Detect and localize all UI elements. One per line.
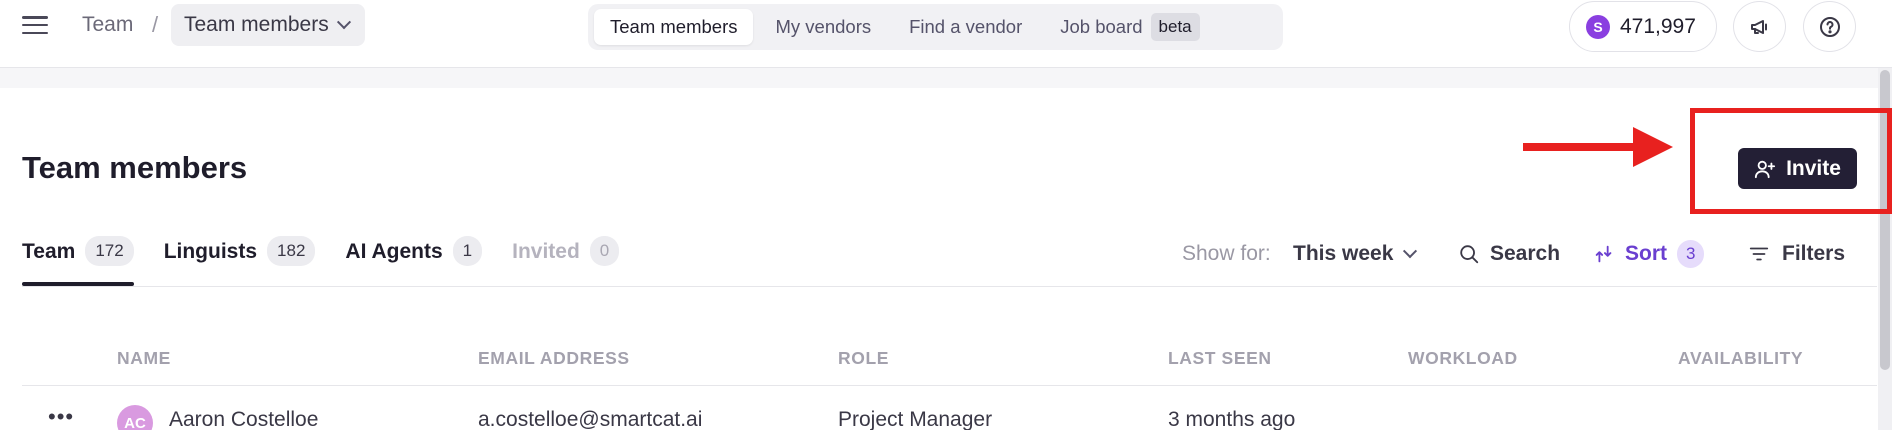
show-for-value: This week [1293, 242, 1394, 265]
search-label: Search [1490, 242, 1561, 265]
chevron-down-icon [336, 15, 351, 30]
search-icon [1460, 245, 1479, 264]
top-bar: Team / Team members Team members My vend… [0, 0, 1892, 68]
table-header-divider [22, 385, 1877, 386]
nav-tab-find-a-vendor[interactable]: Find a vendor [893, 9, 1038, 45]
credits-coin-icon: S [1586, 14, 1610, 39]
sort-label: Sort [1625, 242, 1667, 265]
beta-badge: beta [1150, 13, 1200, 41]
announcements-button[interactable] [1733, 1, 1786, 52]
help-icon [1819, 16, 1840, 37]
sort-arrows-icon [1595, 245, 1612, 263]
credits-value: 471,997 [1620, 14, 1696, 38]
tab-label: Linguists [163, 240, 258, 263]
nav-tab-label: Job board [1060, 16, 1143, 37]
page-title: Team members [22, 150, 248, 185]
nav-tab-my-vendors[interactable]: My vendors [759, 9, 887, 45]
tab-label: Invited [512, 240, 580, 263]
column-header-email[interactable]: EMAIL ADDRESS [478, 348, 630, 369]
invite-button[interactable]: Invite [1738, 148, 1857, 189]
tabs-divider [22, 286, 1877, 287]
tab-ai-agents[interactable]: AI Agents 1 [345, 228, 483, 286]
tab-count: 0 [589, 236, 620, 266]
member-tabs: Team 172 Linguists 182 AI Agents 1 Invit… [22, 228, 620, 286]
tab-label: AI Agents [345, 240, 443, 263]
tab-team[interactable]: Team 172 [22, 228, 134, 286]
sort-button[interactable]: Sort 3 [1593, 239, 1705, 269]
tab-label: Team [22, 240, 76, 263]
nav-tab-label: Find a vendor [909, 16, 1023, 37]
menu-icon[interactable] [22, 14, 48, 36]
member-last-seen: 3 months ago [1168, 408, 1296, 430]
content-top-band [0, 68, 1878, 88]
breadcrumb-root[interactable]: Team [82, 13, 133, 37]
member-role: Project Manager [838, 408, 993, 430]
tab-count: 1 [452, 236, 483, 266]
tab-count: 172 [85, 236, 134, 266]
filters-label: Filters [1782, 242, 1846, 265]
tab-linguists[interactable]: Linguists 182 [164, 228, 316, 286]
tab-invited[interactable]: Invited 0 [512, 228, 620, 286]
breadcrumb-separator: / [152, 12, 159, 37]
column-header-name[interactable]: NAME [117, 348, 171, 369]
tab-count: 182 [267, 236, 316, 266]
breadcrumb-current-label: Team members [184, 13, 329, 36]
breadcrumb-current-dropdown[interactable]: Team members [171, 4, 365, 46]
nav-tab-team-members[interactable]: Team members [594, 9, 754, 45]
annotation-arrow [1523, 127, 1673, 167]
megaphone-icon [1750, 19, 1767, 34]
user-plus-icon [1754, 160, 1776, 178]
avatar: AC [117, 405, 153, 430]
column-header-availability[interactable]: AVAILABILITY [1678, 348, 1803, 369]
nav-tab-label: Team members [610, 16, 738, 37]
column-header-last-seen[interactable]: LAST SEEN [1168, 348, 1272, 369]
column-header-workload[interactable]: WORKLOAD [1408, 348, 1518, 369]
chevron-down-icon [1403, 244, 1418, 259]
sort-count-badge: 3 [1677, 240, 1705, 268]
show-for-dropdown[interactable]: This week [1293, 239, 1418, 269]
row-more-icon[interactable]: ••• [48, 406, 74, 428]
column-header-role[interactable]: ROLE [838, 348, 889, 369]
credits-balance-button[interactable]: S 471,997 [1569, 1, 1717, 52]
search-button[interactable]: Search [1458, 239, 1560, 269]
invite-button-label: Invite [1786, 156, 1841, 180]
filter-lines-icon [1749, 247, 1769, 261]
member-email: a.costelloe@smartcat.ai [478, 408, 703, 430]
help-button[interactable] [1803, 1, 1856, 52]
show-for-label: Show for: [1182, 242, 1271, 265]
filters-button[interactable]: Filters [1748, 239, 1845, 269]
main-nav-tabs: Team members My vendors Find a vendor Jo… [588, 4, 1283, 50]
nav-tab-job-board[interactable]: Job board beta [1044, 9, 1215, 45]
nav-tab-label: My vendors [775, 16, 872, 37]
member-name[interactable]: Aaron Costelloe [169, 408, 318, 430]
